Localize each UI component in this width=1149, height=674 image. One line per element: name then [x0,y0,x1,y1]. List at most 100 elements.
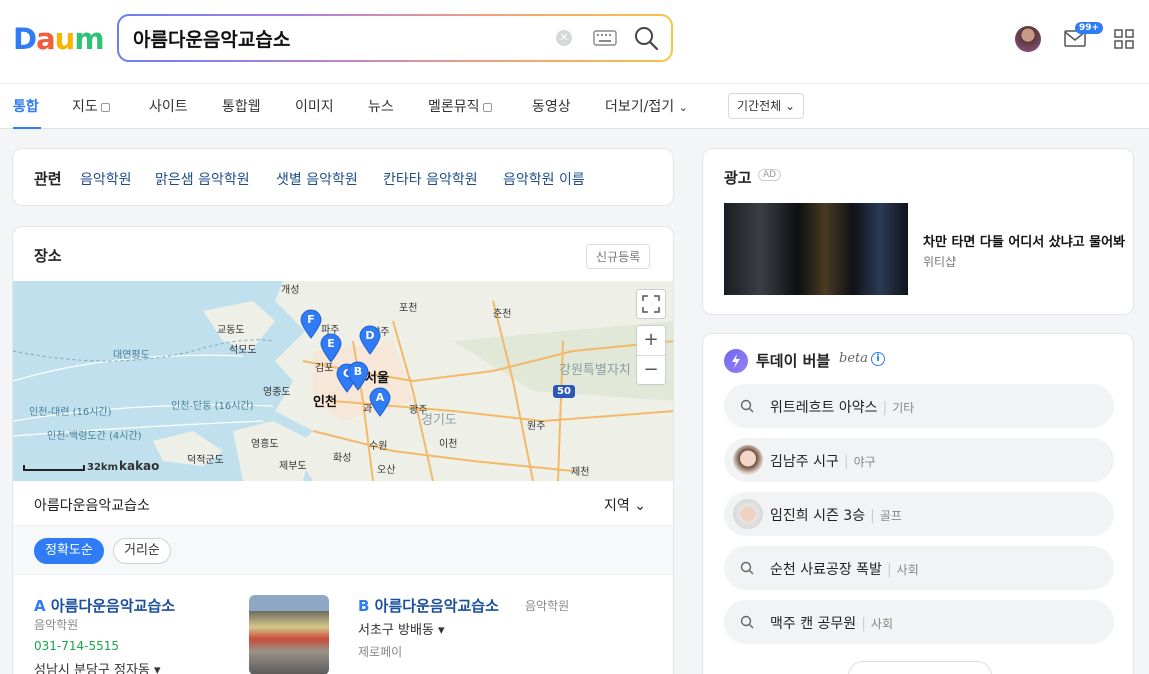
sort-distance-button[interactable]: 거리순 [113,538,171,564]
map-label: 수원 [369,441,388,452]
search-box: ✕ [117,14,673,62]
result-thumbnail[interactable] [249,595,329,674]
related-link[interactable]: 샛별 음악학원 [276,169,358,189]
related-searches-card: 관련 음악학원 맑은샘 음악학원 샛별 음악학원 칸타타 음악학원 음악학원 이… [12,148,674,206]
bubble-item[interactable]: 임진희 시즌 3승 | 골프 [724,492,1114,536]
related-link[interactable]: 음악학원 이름 [503,169,585,189]
ad-card: 광고 AD 차만 타면 다들 어디서 샀냐고 물어봐 위티샵 [702,148,1134,315]
map-label: 대연평도 [113,350,150,361]
map-label: 교동도 [217,325,245,336]
ad-title: 광고 [724,169,752,187]
result-phone[interactable]: 031-714-5515 [34,639,119,653]
result-letter: A [34,597,46,615]
map-label: 오산 [377,465,396,476]
bubble-item[interactable]: 김남주 시구 | 야구 [724,438,1114,482]
tab-map[interactable]: 지도 [72,96,110,116]
bubble-item[interactable]: 위트레흐트 아약스 | 기타 [724,384,1114,428]
map-pin[interactable]: A [369,387,391,417]
search-tabs: 통합 지도 사이트 통합웹 이미지 뉴스 멜론뮤직 동영상 더보기/접기 ⌄ 기… [0,83,1149,129]
place-title: 장소 [34,247,62,265]
bubble-category: 사회 [870,617,893,631]
keyboard-icon[interactable] [593,30,617,46]
person-thumbnail [733,499,763,529]
apps-grid-icon[interactable] [1114,29,1134,49]
region-filter-button[interactable]: 지역 ⌄ [604,495,646,515]
ad-headline[interactable]: 차만 타면 다들 어디서 샀냐고 물어봐 [923,231,1125,250]
map-label: 포천 [399,303,418,314]
tab-news[interactable]: 뉴스 [368,96,394,116]
result-address[interactable]: 서초구 방배동 ▾ [358,619,445,638]
map-scale [23,465,85,471]
map-label: 덕적군도 [187,455,224,466]
map-label: 강원특별자치 [559,363,631,378]
result-letter: B [358,597,370,615]
tab-image[interactable]: 이미지 [295,96,334,116]
zoom-in-button[interactable]: + [637,326,665,356]
daum-logo[interactable]: Daum [13,22,105,56]
period-filter-button[interactable]: 기간전체 ⌄ [728,93,805,119]
map-pin[interactable]: E [320,333,342,363]
bubble-query: 김남주 시구 [770,454,839,470]
sort-bar: 정확도순 거리순 [13,525,673,575]
map-label: 춘천 [493,309,512,320]
avatar[interactable] [1015,26,1041,52]
tab-more[interactable]: 더보기/접기 ⌄ [605,96,688,116]
register-button[interactable]: 신규등록 [586,244,651,269]
map-label: 화성 [333,453,352,464]
chevron-down-icon: ⌄ [678,101,688,114]
tab-integrated[interactable]: 통합 [13,96,39,116]
result-title[interactable]: B 아름다운음악교습소 [358,595,499,616]
kakao-logo: kakao [119,459,160,473]
clear-icon[interactable]: ✕ [556,30,572,46]
search-input[interactable] [133,24,533,52]
bubble-category: 골프 [879,509,902,523]
search-icon [740,399,754,413]
result-address[interactable]: 성남시 분당구 정자동 ▾ [34,659,161,674]
tab-site[interactable]: 사이트 [149,96,188,116]
map-pin[interactable]: D [359,325,381,355]
result-category: 음악학원 [525,599,570,613]
map-pin[interactable]: B [347,361,369,391]
search-icon[interactable] [633,25,659,51]
more-button[interactable] [848,661,992,674]
result-title[interactable]: A 아름다운음악교습소 [34,595,175,616]
map[interactable]: 개성 포천 춘천 교동도 파주 석모도 양주 대연평도 김포 서울 강원특별자치… [13,281,673,481]
zoom-out-button[interactable]: − [637,356,665,385]
bubble-category: 야구 [853,455,876,469]
map-label: 제부도 [279,461,307,472]
tab-web[interactable]: 통합웹 [222,96,261,116]
fullscreen-button[interactable] [636,289,666,319]
map-scale-label: 32km [87,462,118,473]
related-title: 관련 [34,170,62,188]
logo-letter: u [54,22,76,56]
map-label: 인천-백령도간 (4시간) [47,431,142,442]
related-link[interactable]: 맑은샘 음악학원 [155,169,250,189]
result-name: 아름다운음악교습소 [50,597,176,615]
bubble-query: 위트레흐트 아약스 [770,400,878,416]
related-link[interactable]: 칸타타 음악학원 [383,169,478,189]
sort-accuracy-button[interactable]: 정확도순 [34,538,104,564]
logo-letter: D [13,22,37,56]
map-pin[interactable]: F [300,309,322,339]
result-header: 아름다운음악교습소 [34,498,150,514]
expand-icon [642,295,660,313]
logo-letter: m [74,22,104,56]
map-label: 인천 [313,395,337,410]
tab-label: 멜론뮤직 [428,99,480,115]
ad-image[interactable] [724,203,908,295]
bubble-category: 사회 [896,563,919,577]
related-link[interactable]: 음악학원 [80,169,132,189]
info-icon[interactable]: i [871,352,885,366]
tab-video[interactable]: 동영상 [532,96,571,116]
result-category: 음악학원 [34,618,79,632]
bubble-item[interactable]: 맥주 캔 공무원 | 사회 [724,600,1114,644]
tab-label: 지도 [72,99,98,115]
external-link-icon [100,102,110,112]
map-label: 원주 [527,421,546,432]
search-icon [740,615,754,629]
bubble-item[interactable]: 순천 사료공장 폭발 | 사회 [724,546,1114,590]
tab-melon[interactable]: 멜론뮤직 [428,96,492,116]
tab-label: 더보기/접기 [605,99,675,115]
map-label: 경기도 [421,413,457,428]
logo-letter: a [36,22,56,56]
